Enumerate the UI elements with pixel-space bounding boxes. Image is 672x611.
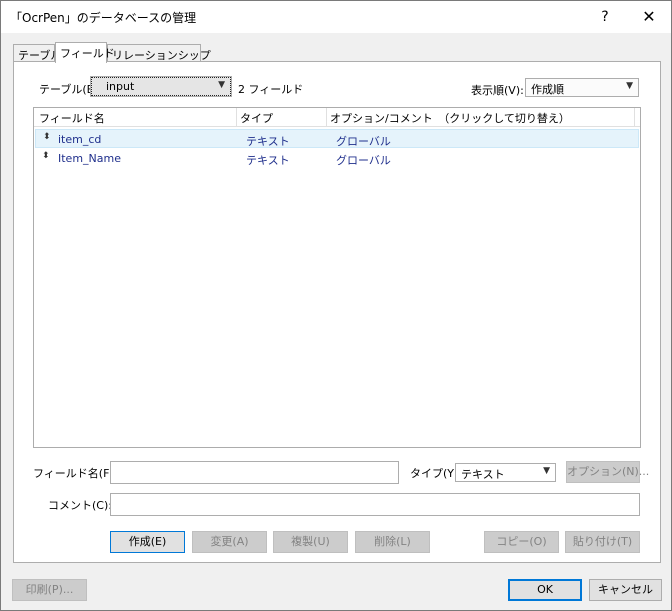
chevron-down-icon: ▼: [218, 80, 225, 90]
create-button[interactable]: 作成(E): [110, 531, 185, 553]
ok-button[interactable]: OK: [508, 579, 582, 601]
column-divider[interactable]: [326, 108, 327, 126]
tab-relationships[interactable]: リレーションシップ: [107, 44, 211, 62]
paste-button[interactable]: 貼り付け(T): [565, 531, 640, 553]
sort-order-label: 表示順(V):: [471, 84, 524, 97]
drag-handle-icon[interactable]: ⬍: [43, 132, 51, 142]
column-header-field-name[interactable]: フィールド名: [39, 110, 105, 126]
chevron-down-icon: ▼: [626, 81, 633, 91]
column-header-options[interactable]: オプション/コメント （クリックして切り替え）: [330, 110, 570, 126]
table-select-value: input: [106, 80, 135, 93]
field-name-cell: item_cd: [58, 133, 102, 146]
field-type-value: テキスト: [461, 468, 505, 481]
options-button[interactable]: オプション(N)...: [566, 461, 649, 483]
column-divider[interactable]: [236, 108, 237, 126]
comment-label: コメント(C):: [48, 499, 112, 512]
close-icon[interactable]: ✕: [637, 7, 661, 27]
manage-database-dialog: 「OcrPen」のデータベースの管理 ? ✕ テーブル フィールド リレーション…: [0, 0, 672, 611]
tab-tables[interactable]: テーブル: [13, 44, 61, 62]
field-name-label: フィールド名(F):: [33, 467, 118, 480]
table-select[interactable]: input ▼: [90, 76, 232, 97]
field-row[interactable]: ⬍ Item_Name テキスト グローバル: [35, 149, 639, 168]
field-name-cell: Item_Name: [58, 152, 121, 165]
print-button[interactable]: 印刷(P)...: [12, 579, 87, 601]
field-row[interactable]: ⬍ item_cd テキスト グローバル: [35, 129, 639, 148]
tab-fields[interactable]: フィールド: [55, 42, 115, 63]
sort-order-value: 作成順: [531, 83, 564, 96]
drag-handle-icon[interactable]: ⬍: [42, 151, 50, 161]
help-icon[interactable]: ?: [593, 7, 617, 27]
field-name-input[interactable]: [110, 461, 399, 484]
field-count: 2 フィールド: [238, 83, 304, 96]
field-options-cell[interactable]: グローバル: [336, 133, 391, 149]
field-type-cell: テキスト: [246, 154, 290, 167]
field-list-header: フィールド名 タイプ オプション/コメント （クリックして切り替え）: [34, 108, 640, 127]
sort-order-select[interactable]: 作成順 ▼: [525, 78, 639, 97]
copy-button[interactable]: コピー(O): [484, 531, 559, 553]
chevron-down-icon: ▼: [543, 466, 550, 476]
column-divider[interactable]: [634, 108, 635, 126]
change-button[interactable]: 変更(A): [192, 531, 267, 553]
cancel-button[interactable]: キャンセル: [589, 579, 662, 601]
duplicate-button[interactable]: 複製(U): [273, 531, 348, 553]
field-type-select[interactable]: テキスト ▼: [455, 463, 556, 482]
comment-input[interactable]: [110, 493, 640, 516]
column-header-type[interactable]: タイプ: [240, 110, 273, 126]
dialog-title: 「OcrPen」のデータベースの管理: [10, 11, 197, 25]
field-list: フィールド名 タイプ オプション/コメント （クリックして切り替え） ⬍ ite…: [33, 107, 641, 448]
title-bar: 「OcrPen」のデータベースの管理 ? ✕: [1, 1, 671, 33]
field-options-cell[interactable]: グローバル: [336, 152, 391, 168]
field-type-cell: テキスト: [246, 135, 290, 148]
delete-button[interactable]: 削除(L): [355, 531, 430, 553]
